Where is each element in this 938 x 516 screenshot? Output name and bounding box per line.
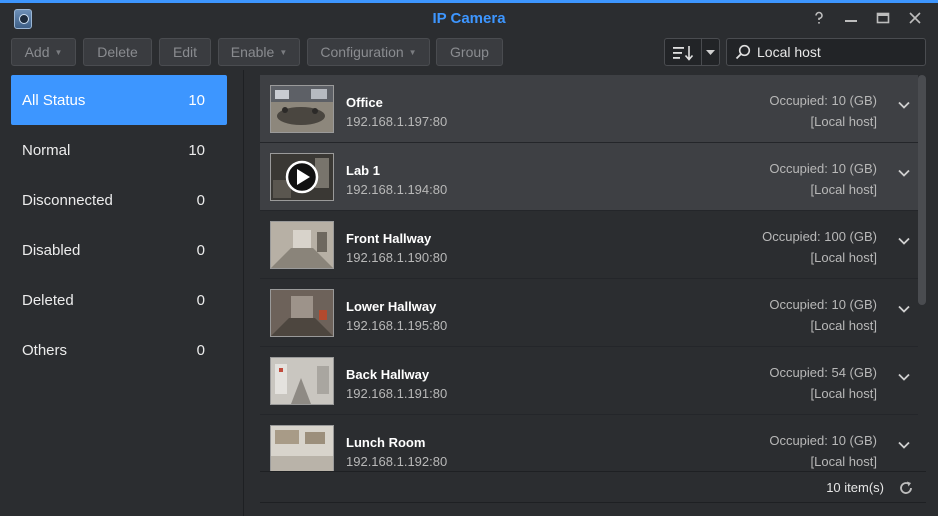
add-button[interactable]: Add ▼: [11, 38, 76, 66]
maximize-icon[interactable]: [874, 9, 892, 27]
camera-host: [Local host]: [810, 114, 878, 129]
enable-button[interactable]: Enable ▼: [218, 38, 300, 66]
panel-divider: [243, 70, 244, 516]
camera-occupied: Occupied: 10 (GB): [769, 297, 877, 312]
camera-name: Lunch Room: [346, 435, 426, 450]
camera-row-office[interactable]: Office 192.168.1.197:80 Occupied: 10 (GB…: [260, 75, 918, 143]
group-button[interactable]: Group: [436, 38, 503, 66]
camera-ip: 192.168.1.194:80: [346, 182, 448, 197]
sidebar-item-count: 0: [196, 341, 205, 359]
close-icon[interactable]: [906, 9, 924, 27]
camera-thumbnail[interactable]: [270, 289, 334, 337]
chevron-down-icon: ▼: [279, 47, 288, 57]
chevron-down-icon[interactable]: [896, 437, 912, 453]
camera-name: Office: [346, 95, 383, 110]
camera-occupied: Occupied: 10 (GB): [769, 93, 877, 108]
configuration-button-label: Configuration: [320, 44, 404, 60]
camera-name: Lower Hallway: [346, 299, 437, 314]
chevron-down-icon: ▼: [54, 47, 63, 57]
search-input[interactable]: [757, 44, 917, 60]
camera-ip: 192.168.1.191:80: [346, 386, 448, 401]
camera-thumbnail[interactable]: [270, 425, 334, 471]
help-icon[interactable]: [810, 9, 828, 27]
edit-button-label: Edit: [172, 44, 198, 60]
camera-thumbnail[interactable]: [270, 153, 334, 201]
camera-host: [Local host]: [810, 386, 878, 401]
camera-ip: 192.168.1.195:80: [346, 318, 448, 333]
chevron-down-icon[interactable]: [706, 50, 715, 56]
sidebar-item-label: Normal: [22, 141, 71, 159]
sort-button[interactable]: [664, 38, 720, 66]
sidebar-item-label: Disconnected: [22, 191, 113, 209]
sort-icon: [673, 46, 694, 61]
list-footer: 10 item(s): [260, 471, 926, 503]
camera-occupied: Occupied: 10 (GB): [769, 433, 877, 448]
camera-thumbnail[interactable]: [270, 85, 334, 133]
window-controls: [810, 9, 924, 27]
delete-button[interactable]: Delete: [83, 38, 152, 66]
camera-row-back-hallway[interactable]: Back Hallway 192.168.1.191:80 Occupied: …: [260, 347, 918, 415]
edit-button[interactable]: Edit: [159, 38, 211, 66]
camera-name: Front Hallway: [346, 231, 432, 246]
camera-list: Office 192.168.1.197:80 Occupied: 10 (GB…: [260, 75, 918, 471]
sidebar-item-count: 10: [188, 141, 205, 159]
camera-occupied: Occupied: 100 (GB): [762, 229, 877, 244]
sidebar-item-count: 0: [196, 191, 205, 209]
sidebar-item-label: All Status: [22, 91, 86, 109]
camera-host: [Local host]: [810, 182, 878, 197]
sidebar-item-others[interactable]: Others 0: [11, 325, 227, 375]
enable-button-label: Enable: [230, 44, 275, 60]
camera-thumbnail[interactable]: [270, 357, 334, 405]
camera-ip: 192.168.1.190:80: [346, 250, 448, 265]
camera-ip: 192.168.1.197:80: [346, 114, 448, 129]
chevron-down-icon[interactable]: [896, 97, 912, 113]
camera-occupied: Occupied: 10 (GB): [769, 161, 877, 176]
sidebar-item-label: Deleted: [22, 291, 74, 309]
sidebar-item-disconnected[interactable]: Disconnected 0: [11, 175, 227, 225]
sidebar-item-disabled[interactable]: Disabled 0: [11, 225, 227, 275]
minimize-icon[interactable]: [842, 9, 860, 27]
camera-host: [Local host]: [810, 318, 878, 333]
camera-ip: 192.168.1.192:80: [346, 454, 448, 469]
configuration-button[interactable]: Configuration ▼: [307, 38, 430, 66]
camera-name: Back Hallway: [346, 367, 430, 382]
camera-thumbnail[interactable]: [270, 221, 334, 269]
delete-button-label: Delete: [97, 44, 138, 60]
camera-row-lunch-room[interactable]: Lunch Room 192.168.1.192:80 Occupied: 10…: [260, 415, 918, 471]
group-button-label: Group: [450, 44, 489, 60]
camera-occupied: Occupied: 54 (GB): [769, 365, 877, 380]
window-title: IP Camera: [432, 10, 506, 27]
sidebar-item-count: 10: [188, 91, 205, 109]
add-button-label: Add: [24, 44, 50, 60]
camera-host: [Local host]: [810, 250, 878, 265]
search-icon: [735, 44, 751, 60]
sidebar-item-label: Others: [22, 341, 68, 359]
chevron-down-icon[interactable]: [896, 165, 912, 181]
status-sidebar: All Status 10 Normal 10 Disconnected 0 D…: [0, 70, 238, 516]
toolbar: Add ▼ Delete Edit Enable ▼ Configuration…: [0, 34, 938, 70]
sidebar-item-count: 0: [196, 241, 205, 259]
chevron-down-icon: ▼: [408, 47, 417, 57]
sidebar-item-deleted[interactable]: Deleted 0: [11, 275, 227, 325]
sort-divider: [701, 38, 702, 66]
refresh-icon[interactable]: [898, 480, 914, 496]
search-box[interactable]: [726, 38, 926, 66]
camera-row-lower-hallway[interactable]: Lower Hallway 192.168.1.195:80 Occupied:…: [260, 279, 918, 347]
camera-host: [Local host]: [810, 454, 878, 469]
list-scrollbar[interactable]: [918, 75, 926, 305]
chevron-down-icon[interactable]: [896, 233, 912, 249]
camera-row-front-hallway[interactable]: Front Hallway 192.168.1.190:80 Occupied:…: [260, 211, 918, 279]
sidebar-item-label: Disabled: [22, 241, 81, 259]
camera-app-icon: [14, 9, 32, 29]
chevron-down-icon[interactable]: [896, 301, 912, 317]
sidebar-item-all-status[interactable]: All Status 10: [11, 75, 227, 125]
camera-row-lab-1[interactable]: Lab 1 192.168.1.194:80 Occupied: 10 (GB)…: [260, 143, 918, 211]
chevron-down-icon[interactable]: [896, 369, 912, 385]
sidebar-item-count: 0: [196, 291, 205, 309]
camera-name: Lab 1: [346, 163, 380, 178]
sidebar-item-normal[interactable]: Normal 10: [11, 125, 227, 175]
title-bar: IP Camera: [0, 3, 938, 34]
item-count: 10 item(s): [826, 480, 884, 495]
